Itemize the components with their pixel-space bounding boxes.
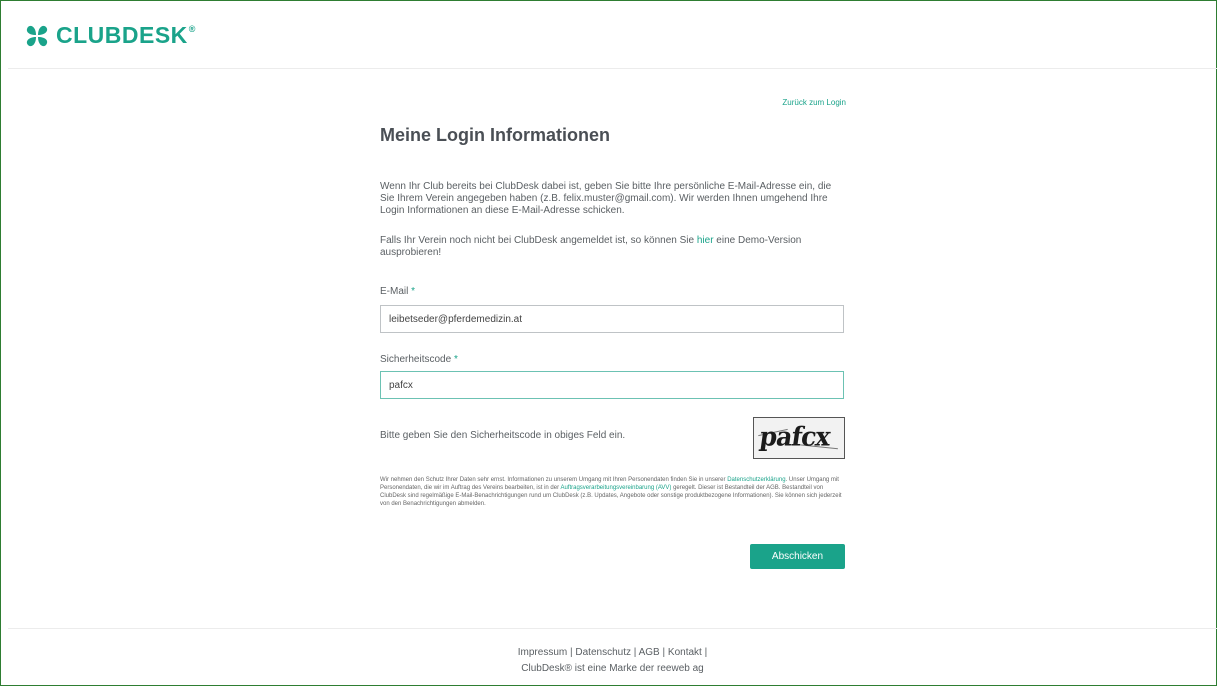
security-code-label: Sicherheitscode * [380, 354, 458, 365]
captcha-image: pafcx [753, 417, 845, 459]
required-mark: * [453, 354, 458, 365]
logo-wordmark: CLUBDESK® [56, 22, 196, 48]
footer-links: Impressum | Datenschutz | AGB | Kontakt … [517, 647, 708, 658]
email-label: E-Mail * [380, 286, 416, 297]
demo-text: Falls Ihr Verein noch nicht bei ClubDesk… [380, 235, 802, 258]
privacy-notice: Wir nehmen den Schutz Ihrer Daten sehr e… [380, 477, 842, 507]
page-title: Meine Login Informationen [380, 125, 610, 145]
page-footer: Impressum | Datenschutz | AGB | Kontakt … [8, 628, 1217, 687]
clubdesk-logo[interactable]: CLUBDESK® [24, 22, 196, 49]
captcha-text: pafcx [757, 421, 832, 452]
email-input[interactable] [380, 305, 844, 333]
top-header: CLUBDESK® [8, 8, 1217, 69]
submit-button[interactable]: Abschicken [750, 544, 845, 569]
window-frame [0, 0, 1217, 686]
agb-link[interactable]: AGB [639, 647, 660, 658]
privacy-policy-link[interactable]: Datenschutzerklärung [727, 477, 785, 483]
back-to-login-link[interactable]: Zurück zum Login [782, 98, 846, 107]
demo-link[interactable]: hier [697, 235, 714, 246]
footer-brand-line: ClubDesk® ist eine Marke der reeweb ag [521, 663, 704, 674]
kontakt-link[interactable]: Kontakt [668, 647, 702, 658]
avv-link[interactable]: Auftragsverarbeitungsvereinbarung (AVV) [560, 485, 671, 491]
required-mark: * [411, 286, 416, 297]
impressum-link[interactable]: Impressum [518, 647, 567, 658]
captcha-hint: Bitte geben Sie den Sicherheitscode in o… [380, 430, 626, 441]
security-code-input[interactable] [380, 371, 844, 399]
datenschutz-link[interactable]: Datenschutz [575, 647, 631, 658]
intro-text: Wenn Ihr Club bereits bei ClubDesk dabei… [380, 181, 832, 216]
clover-icon [26, 25, 48, 46]
